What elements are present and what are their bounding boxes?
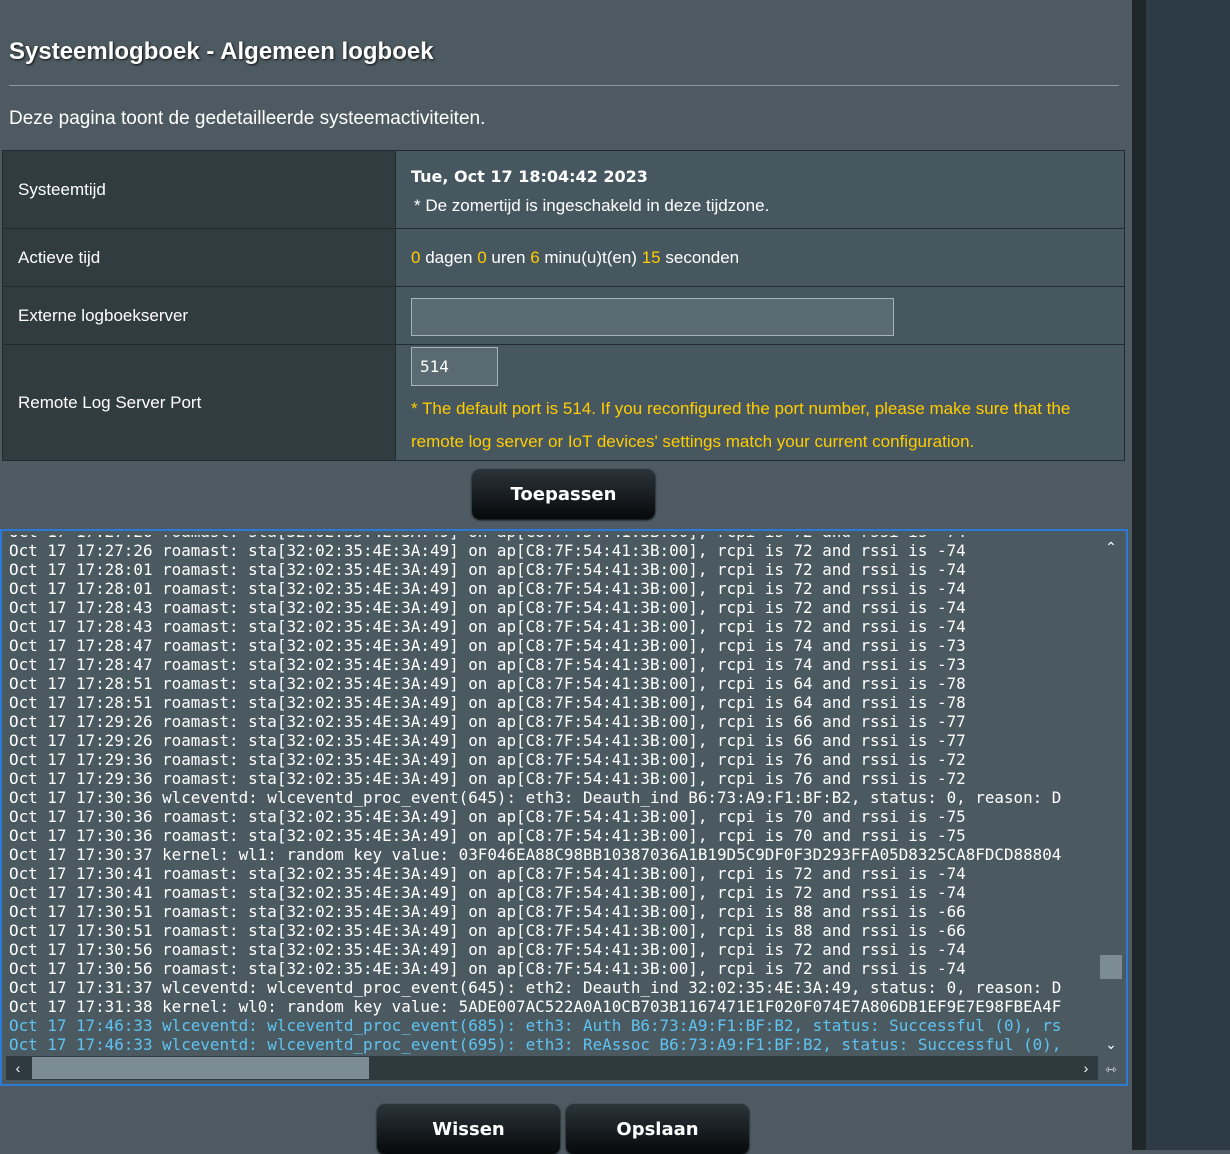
- log-line: Oct 17 17:28:51 roamast: sta[32:02:35:4E…: [9, 693, 966, 712]
- page-title: Systeemlogboek - Algemeen logboek: [9, 38, 434, 65]
- log-content[interactable]: Oct 17 17:27:26 roamast: sta[32:02:35:4E…: [9, 535, 1061, 1054]
- dst-note: * De zomertijd is ingeschakeld in deze t…: [414, 196, 770, 215]
- system-time-label: Systeemtijd: [2, 150, 396, 229]
- remote-port-cell: * The default port is 514. If you reconf…: [395, 344, 1125, 461]
- log-line: Oct 17 17:30:56 roamast: sta[32:02:35:4E…: [9, 959, 966, 978]
- apply-button[interactable]: Toepassen: [472, 469, 655, 519]
- remote-server-row: Externe logboekserver: [2, 286, 1125, 345]
- settings-table: Systeemtijd Tue, Oct 17 18:04:42 2023 * …: [2, 150, 1125, 461]
- log-line: Oct 17 17:28:51 roamast: sta[32:02:35:4E…: [9, 674, 966, 693]
- system-time-row: Systeemtijd Tue, Oct 17 18:04:42 2023 * …: [2, 150, 1125, 229]
- log-line: Oct 17 17:29:26 roamast: sta[32:02:35:4E…: [9, 731, 966, 750]
- log-line: Oct 17 17:29:26 roamast: sta[32:02:35:4E…: [9, 712, 966, 731]
- title-divider: [9, 85, 1119, 86]
- clear-button[interactable]: Wissen: [377, 1104, 560, 1154]
- remote-port-label: Remote Log Server Port: [2, 344, 396, 461]
- port-note: * The default port is 514. If you reconf…: [411, 399, 1071, 451]
- system-time-cell: Tue, Oct 17 18:04:42 2023 * De zomertijd…: [395, 150, 1125, 229]
- uptime-value: 0 dagen 0 uren 6 minu(u)t(en) 15 seconde…: [395, 228, 1125, 287]
- log-line: Oct 17 17:30:37 kernel: wl1: random key …: [9, 845, 1062, 864]
- save-button[interactable]: Opslaan: [566, 1104, 749, 1154]
- log-line: Oct 17 17:28:01 roamast: sta[32:02:35:4E…: [9, 560, 966, 579]
- log-line: Oct 17 17:29:36 roamast: sta[32:02:35:4E…: [9, 769, 966, 788]
- log-line: Oct 17 17:28:47 roamast: sta[32:02:35:4E…: [9, 655, 966, 674]
- chevron-down-icon[interactable]: ⌄: [1098, 1032, 1124, 1056]
- log-line: Oct 17 17:28:47 roamast: sta[32:02:35:4E…: [9, 636, 966, 655]
- page-right-gutter: [1132, 0, 1146, 1150]
- uptime-minutes: 6: [530, 247, 540, 267]
- right-panel: [1146, 0, 1230, 1150]
- chevron-left-icon[interactable]: ‹: [6, 1056, 30, 1080]
- remote-server-cell: [395, 286, 1125, 345]
- uptime-row: Actieve tijd 0 dagen 0 uren 6 minu(u)t(e…: [2, 228, 1125, 287]
- vertical-scrollbar[interactable]: ⌃ ⌄: [1098, 535, 1124, 1056]
- log-line: Oct 17 17:28:01 roamast: sta[32:02:35:4E…: [9, 579, 966, 598]
- uptime-hours: 0: [477, 247, 487, 267]
- log-line: Oct 17 17:30:36 wlceventd: wlceventd_pro…: [9, 788, 1062, 807]
- log-line: Oct 17 17:31:38 kernel: wl0: random key …: [9, 997, 1062, 1016]
- log-line: Oct 17 17:28:43 roamast: sta[32:02:35:4E…: [9, 598, 966, 617]
- log-line: Oct 17 17:27:26 roamast: sta[32:02:35:4E…: [9, 541, 966, 560]
- log-line: Oct 17 17:30:56 roamast: sta[32:02:35:4E…: [9, 940, 966, 959]
- log-line: Oct 17 17:30:51 roamast: sta[32:02:35:4E…: [9, 902, 966, 921]
- uptime-days-unit: dagen: [425, 247, 473, 267]
- log-line: Oct 17 17:30:41 roamast: sta[32:02:35:4E…: [9, 864, 966, 883]
- chevron-right-icon[interactable]: ›: [1074, 1056, 1098, 1080]
- uptime-minutes-unit: minu(u)t(en): [544, 247, 637, 267]
- remote-server-input[interactable]: [411, 297, 894, 336]
- log-line: Oct 17 17:31:37 wlceventd: wlceventd_pro…: [9, 978, 1062, 997]
- horizontal-scrollbar[interactable]: ‹ ›: [6, 1056, 1098, 1080]
- log-line: Oct 17 17:30:36 roamast: sta[32:02:35:4E…: [9, 826, 966, 845]
- log-line: Oct 17 17:28:43 roamast: sta[32:02:35:4E…: [9, 617, 966, 636]
- remote-server-label: Externe logboekserver: [2, 286, 396, 345]
- chevron-up-icon[interactable]: ⌃: [1098, 535, 1124, 559]
- log-line: Oct 17 17:29:36 roamast: sta[32:02:35:4E…: [9, 750, 966, 769]
- uptime-seconds-unit: seconden: [665, 247, 740, 267]
- uptime-days: 0: [411, 247, 421, 267]
- vertical-scroll-thumb[interactable]: [1100, 955, 1122, 979]
- resize-grip-icon[interactable]: ⇿: [1100, 1058, 1122, 1080]
- log-viewport: Oct 17 17:27:26 roamast: sta[32:02:35:4E…: [6, 535, 1098, 1056]
- remote-port-input[interactable]: [411, 347, 498, 386]
- log-line-selected: Oct 17 17:46:33 wlceventd: wlceventd_pro…: [9, 1016, 1062, 1035]
- log-line: Oct 17 17:30:36 roamast: sta[32:02:35:4E…: [9, 807, 966, 826]
- uptime-seconds: 15: [641, 247, 661, 267]
- system-time-value: Tue, Oct 17 18:04:42 2023: [411, 167, 648, 186]
- uptime-label: Actieve tijd: [2, 228, 396, 287]
- log-line: Oct 17 17:30:41 roamast: sta[32:02:35:4E…: [9, 883, 966, 902]
- uptime-hours-unit: uren: [491, 247, 526, 267]
- log-line-selected: Oct 17 17:46:33 wlceventd: wlceventd_pro…: [9, 1035, 1062, 1054]
- page-description: Deze pagina toont de gedetailleerde syst…: [9, 108, 486, 129]
- horizontal-scroll-thumb[interactable]: [32, 1057, 369, 1079]
- log-line: Oct 17 17:30:51 roamast: sta[32:02:35:4E…: [9, 921, 966, 940]
- log-textarea[interactable]: Oct 17 17:27:26 roamast: sta[32:02:35:4E…: [0, 529, 1128, 1086]
- remote-port-row: Remote Log Server Port * The default por…: [2, 344, 1125, 461]
